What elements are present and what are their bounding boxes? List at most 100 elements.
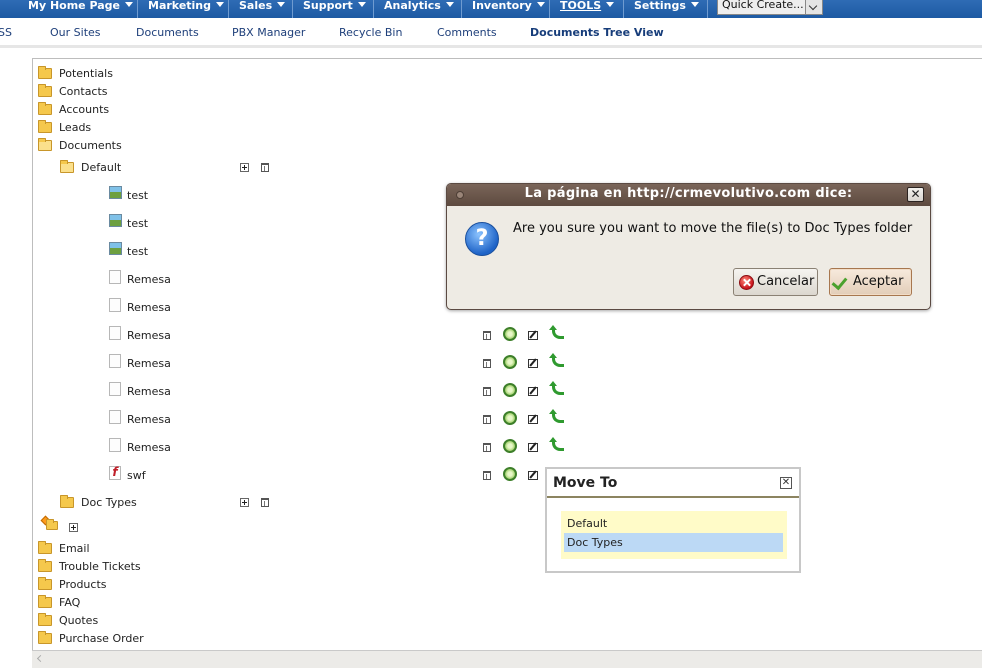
nav-label: Support [303,0,353,12]
move-icon[interactable] [503,467,517,481]
trash-icon[interactable] [483,471,491,480]
cancel-icon [739,275,754,290]
accept-button-label: Aceptar [853,274,904,289]
folder-icon [38,613,52,626]
trash-icon[interactable] [483,387,491,396]
trash-icon[interactable] [483,331,491,340]
add-icon[interactable] [240,163,249,172]
accept-button[interactable]: Aceptar [829,268,912,296]
nav-analytics[interactable]: Analytics [374,0,462,18]
move-icon[interactable] [503,355,517,369]
tree-folder-default[interactable]: Default [60,160,230,176]
dialog-titlebar[interactable]: La página en http://crmevolutivo.com dic… [447,184,930,206]
edit-icon[interactable] [528,415,538,424]
nav-support[interactable]: Support [293,0,374,18]
close-icon[interactable]: ✕ [780,477,792,489]
folder-icon [38,631,52,644]
folder-open-icon [60,160,74,173]
folder-option-doc-types[interactable]: Doc Types [564,533,783,552]
nav-marketing[interactable]: Marketing [138,0,229,18]
file-label[interactable]: Remesa [127,384,171,400]
folder-list: Default Doc Types [561,511,787,559]
nav-tools[interactable]: TOOLS [550,0,624,18]
folder-icon [38,595,52,608]
edit-icon[interactable] [528,443,538,452]
trash-icon[interactable] [483,415,491,424]
trash-icon[interactable] [261,163,269,172]
move-icon[interactable] [503,411,517,425]
file-label[interactable]: test [127,216,148,232]
image-file-icon [109,242,122,255]
move-icon[interactable] [503,327,517,341]
subnav-item-ss[interactable]: SS [0,26,12,39]
file-label[interactable]: test [127,244,148,260]
document-file-icon [109,326,121,340]
file-label[interactable]: Remesa [127,328,171,344]
tree-module-purchase-order[interactable]: Purchase Order [38,631,238,647]
new-folder-icon[interactable] [40,515,58,531]
chevron-down-icon[interactable] [805,0,822,14]
file-label[interactable]: Remesa [127,412,171,428]
file-label[interactable]: Remesa [127,440,171,456]
file-label[interactable]: test [127,188,148,204]
file-label[interactable]: Remesa [127,356,171,372]
nav-inventory[interactable]: Inventory [462,0,550,18]
add-icon[interactable] [240,498,249,507]
add-icon[interactable] [69,523,78,532]
tree-module-faq[interactable]: FAQ [38,595,238,611]
tree-folder-doc-types[interactable]: Doc Types [60,495,230,511]
trash-icon[interactable] [261,498,269,507]
edit-icon[interactable] [528,359,538,368]
checkmark-icon [831,273,848,291]
subnav-item-pbx-manager[interactable]: PBX Manager [232,26,305,39]
tree-module-products[interactable]: Products [38,577,238,593]
tree-module-contacts[interactable]: Contacts [38,84,238,100]
confirm-dialog: La página en http://crmevolutivo.com dic… [446,183,931,310]
tree-module-trouble-tickets[interactable]: Trouble Tickets [38,559,238,575]
tree-module-email[interactable]: Email [38,541,238,557]
file-label[interactable]: Remesa [127,300,171,316]
tree-module-quotes[interactable]: Quotes [38,613,238,629]
folder-icon [38,577,52,590]
sub-navigation-bar: SS Our Sites Documents PBX Manager Recyc… [0,18,982,48]
subnav-item-our-sites[interactable]: Our Sites [50,26,101,39]
folder-icon [60,495,74,508]
tree-label: Quotes [59,614,99,627]
subnav-item-documents[interactable]: Documents [136,26,199,39]
folder-icon [38,120,52,133]
trash-icon[interactable] [483,359,491,368]
trash-icon[interactable] [483,443,491,452]
document-file-icon [109,270,121,284]
close-icon[interactable]: ✕ [907,187,924,202]
chevron-left-icon[interactable] [36,654,45,663]
chevron-down-icon [606,2,615,7]
file-label[interactable]: swf [127,468,146,484]
edit-icon[interactable] [528,387,538,396]
tree-module-accounts[interactable]: Accounts [38,102,238,118]
quick-create-label: Quick Create... [722,0,804,11]
subnav-item-comments[interactable]: Comments [437,26,497,39]
quick-create-select[interactable]: Quick Create... [717,0,823,15]
nav-label: Inventory [472,0,532,12]
move-icon[interactable] [503,439,517,453]
subnav-item-recycle-bin[interactable]: Recycle Bin [339,26,402,39]
file-label[interactable]: Remesa [127,272,171,288]
tree-module-documents[interactable]: Documents [38,138,238,154]
edit-icon[interactable] [528,471,538,480]
tree-module-leads[interactable]: Leads [38,120,238,136]
cancel-button[interactable]: Cancelar [733,268,818,296]
tree-label: Purchase Order [59,632,144,645]
edit-icon[interactable] [528,331,538,340]
nav-sales[interactable]: Sales [229,0,293,18]
folder-option-default[interactable]: Default [564,514,783,533]
nav-my-home-page[interactable]: My Home Page [18,0,138,18]
nav-settings[interactable]: Settings [624,0,708,18]
move-icon[interactable] [503,383,517,397]
chevron-down-icon [277,2,286,7]
tree-module-potentials[interactable]: Potentials [38,66,238,82]
subnav-item-documents-tree-view[interactable]: Documents Tree View [530,26,664,39]
chevron-down-icon [125,2,133,7]
cancel-button-label: Cancelar [757,274,815,289]
document-file-icon [109,410,121,424]
horizontal-scrollbar[interactable] [32,650,982,668]
